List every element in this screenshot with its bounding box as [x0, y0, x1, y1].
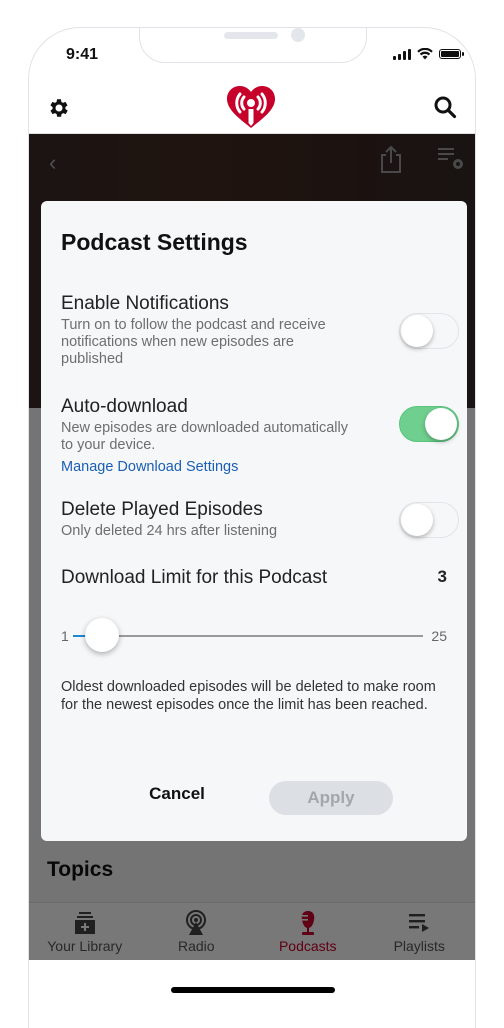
device-notch	[139, 28, 367, 63]
search-icon[interactable]	[433, 95, 457, 119]
setting-description: Only deleted 24 hrs after listening	[61, 523, 278, 539]
phone-frame: 9:41 ‹	[28, 27, 476, 1028]
setting-description: New episodes are downloaded automaticall…	[61, 420, 348, 453]
manage-download-settings-link[interactable]: Manage Download Settings	[61, 459, 451, 475]
download-limit-note: Oldest downloaded episodes will be delet…	[61, 679, 436, 713]
apply-button[interactable]: Apply	[269, 781, 393, 815]
wifi-icon	[417, 48, 433, 60]
iheartradio-logo[interactable]	[223, 85, 279, 129]
slider-min-label: 1	[61, 628, 69, 644]
download-limit-value: 3	[437, 567, 447, 586]
setting-title: Auto-download	[61, 396, 188, 417]
setting-title: Delete Played Episodes	[61, 499, 263, 520]
setting-auto-download: Auto-download New episodes are downloade…	[61, 396, 459, 475]
setting-description: Turn on to follow the podcast and receiv…	[61, 317, 326, 367]
speaker	[224, 32, 278, 39]
camera	[291, 28, 305, 42]
delete-played-toggle[interactable]	[399, 502, 459, 538]
dialog-title: Podcast Settings	[61, 229, 248, 255]
toggle-knob	[401, 315, 433, 347]
download-limit-label: Download Limit for this Podcast	[61, 567, 328, 588]
toggle-knob	[425, 408, 457, 440]
setting-enable-notifications: Enable Notifications Turn on to follow t…	[61, 293, 459, 368]
slider-track[interactable]	[73, 618, 423, 652]
battery-icon	[439, 49, 464, 59]
home-indicator[interactable]	[171, 987, 335, 993]
status-time: 9:41	[66, 46, 99, 63]
notifications-toggle[interactable]	[399, 313, 459, 349]
signal-icon	[393, 48, 411, 60]
podcast-settings-dialog: Podcast Settings Enable Notifications Tu…	[41, 201, 467, 841]
setting-delete-played: Delete Played Episodes Only deleted 24 h…	[61, 499, 459, 540]
home-indicator-area	[29, 960, 475, 1028]
status-icons	[393, 48, 464, 60]
slider-thumb[interactable]	[85, 618, 120, 652]
download-limit-slider[interactable]: 1 25	[61, 618, 447, 652]
gear-icon[interactable]	[47, 96, 71, 120]
auto-download-toggle[interactable]	[399, 406, 459, 442]
toggle-knob	[401, 504, 433, 536]
slider-max-label: 25	[431, 628, 447, 644]
app-bar	[29, 78, 475, 134]
setting-title: Enable Notifications	[61, 293, 229, 314]
cancel-button[interactable]: Cancel	[141, 784, 213, 804]
